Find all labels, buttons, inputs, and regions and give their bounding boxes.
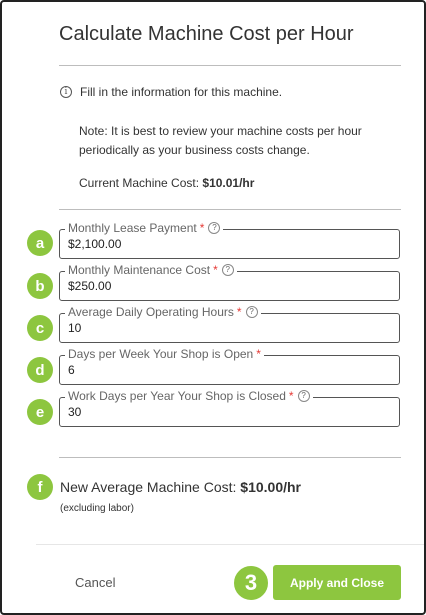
work-days-closed-input[interactable] xyxy=(68,405,388,419)
days-per-week-open-field[interactable]: Days per Week Your Shop is Open * xyxy=(59,347,400,385)
field-label-text: Monthly Maintenance Cost xyxy=(68,263,211,277)
info-circle-icon: i xyxy=(60,86,72,98)
average-daily-operating-hours-field[interactable]: Average Daily Operating Hours *? xyxy=(59,305,400,343)
required-marker: * xyxy=(256,347,261,361)
monthly-maintenance-cost-field[interactable]: Monthly Maintenance Cost *? xyxy=(59,263,400,301)
badge-a: a xyxy=(27,230,53,256)
step-badge: 3 xyxy=(232,564,270,602)
current-cost-value: $10.01/hr xyxy=(202,176,255,190)
badge-e: e xyxy=(27,399,53,425)
calculate-cost-dialog: Calculate Machine Cost per Hour i Fill i… xyxy=(0,0,426,615)
info-text: Fill in the information for this machine… xyxy=(80,85,283,99)
required-marker: * xyxy=(213,263,218,277)
footer-divider xyxy=(36,544,424,545)
badge-b: b xyxy=(27,273,53,299)
required-marker: * xyxy=(236,305,242,319)
days-per-week-open-input[interactable] xyxy=(68,363,388,377)
badge-c: c xyxy=(27,315,53,341)
note-text: Note: It is best to review your machine … xyxy=(79,124,362,157)
field-label: Average Daily Operating Hours *? xyxy=(65,305,261,319)
result-value: $10.00/hr xyxy=(240,479,301,495)
required-marker: * xyxy=(199,221,205,235)
dialog-title: Calculate Machine Cost per Hour xyxy=(59,23,354,45)
field-label-text: Average Daily Operating Hours xyxy=(68,305,234,319)
info-divider xyxy=(59,209,401,210)
average-daily-operating-hours-input[interactable] xyxy=(68,321,388,335)
badge-d: d xyxy=(27,357,53,383)
monthly-maintenance-cost-input[interactable] xyxy=(68,279,388,293)
result-label: New Average Machine Cost: xyxy=(60,479,241,495)
current-cost-label: Current Machine Cost: xyxy=(79,176,203,190)
monthly-lease-payment-field[interactable]: Monthly Lease Payment *? xyxy=(59,221,400,259)
badge-f: f xyxy=(27,474,53,500)
required-marker: * xyxy=(288,389,294,403)
info-row: i Fill in the information for this machi… xyxy=(60,85,282,99)
cancel-button[interactable]: Cancel xyxy=(75,575,115,590)
current-machine-cost: Current Machine Cost: $10.01/hr xyxy=(79,176,254,190)
help-icon[interactable]: ? xyxy=(297,390,310,402)
help-icon[interactable]: ? xyxy=(208,222,221,234)
field-label-text: Days per Week Your Shop is Open xyxy=(68,347,254,361)
field-label-text: Monthly Lease Payment xyxy=(68,221,197,235)
monthly-lease-payment-input[interactable] xyxy=(68,237,388,251)
field-label: Monthly Maintenance Cost *? xyxy=(65,263,237,277)
field-label-text: Work Days per Year Your Shop is Closed xyxy=(68,389,286,403)
fields-divider xyxy=(59,457,401,458)
field-label: Days per Week Your Shop is Open * xyxy=(65,347,264,361)
field-label: Work Days per Year Your Shop is Closed *? xyxy=(65,389,313,403)
result-note: (excluding labor) xyxy=(60,503,134,514)
apply-and-close-button[interactable]: Apply and Close xyxy=(273,565,401,600)
work-days-closed-field[interactable]: Work Days per Year Your Shop is Closed *? xyxy=(59,389,400,427)
help-icon[interactable]: ? xyxy=(221,264,234,276)
title-divider xyxy=(59,65,401,66)
help-icon[interactable]: ? xyxy=(245,306,258,318)
field-label: Monthly Lease Payment *? xyxy=(65,221,224,235)
new-average-machine-cost: New Average Machine Cost: $10.00/hr xyxy=(60,479,301,495)
